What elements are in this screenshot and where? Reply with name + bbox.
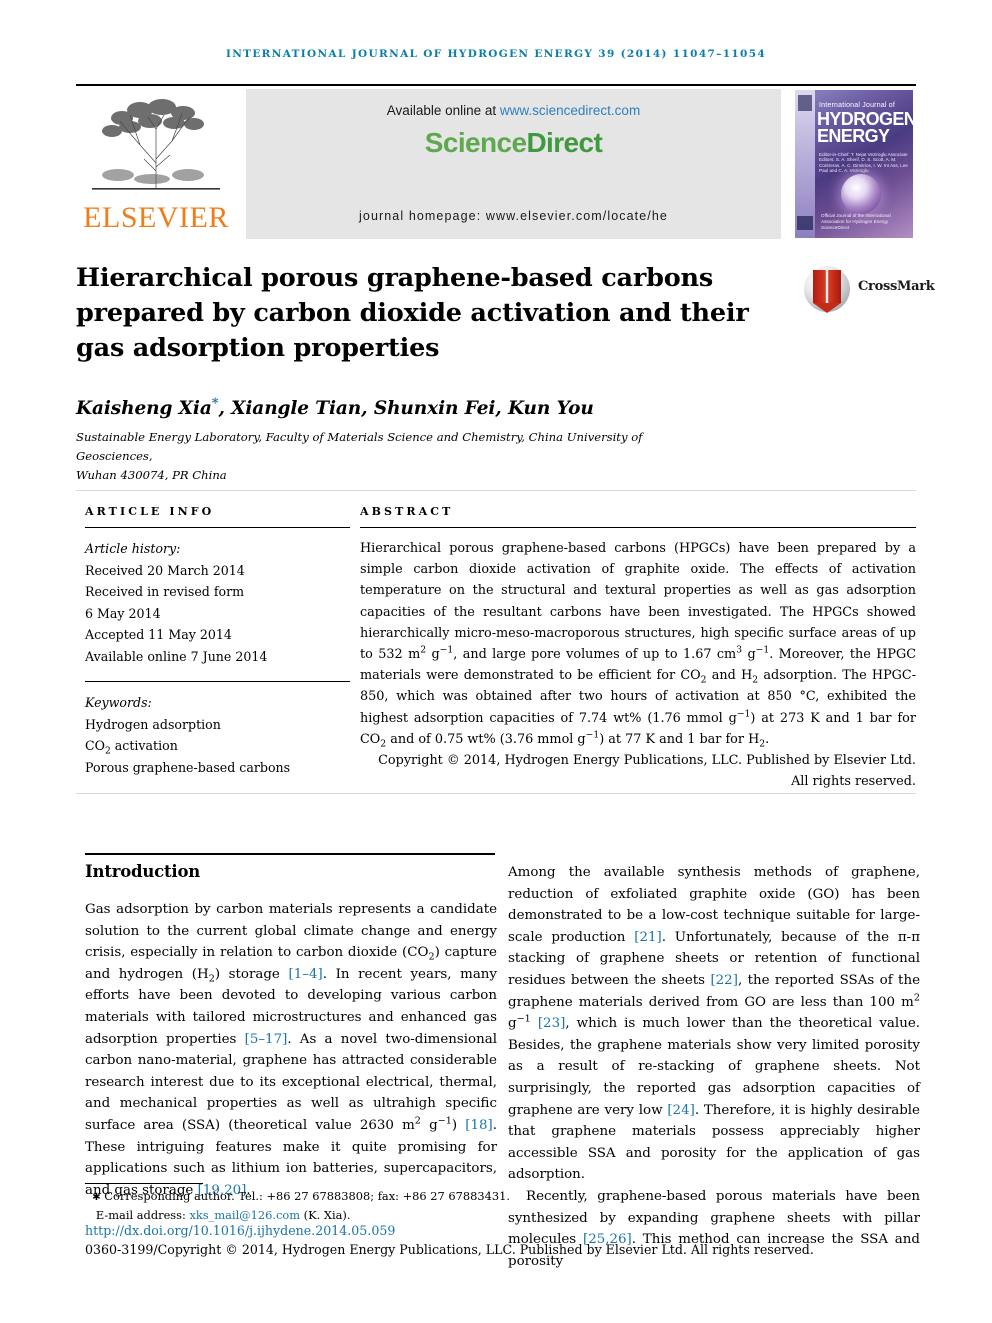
crossmark-book-icon: [813, 270, 841, 313]
asterisk-icon: ✱: [92, 1192, 101, 1203]
crossmark-badge[interactable]: CrossMark: [804, 266, 935, 314]
info-divider-top: [76, 490, 916, 491]
info-divider-bottom: [76, 793, 916, 794]
affiliation: Sustainable Energy Laboratory, Faculty o…: [76, 428, 716, 485]
history-item: Accepted 11 May 2014: [85, 627, 232, 642]
author-list: Kaisheng Xia*, Xiangle Tian, Shunxin Fei…: [76, 395, 776, 419]
elsevier-tree-icon: [92, 99, 220, 190]
history-item: Received 20 March 2014: [85, 562, 245, 578]
abstract-body: Hierarchical porous graphene-based carbo…: [360, 538, 916, 792]
cover-title-line2: ENERGY: [817, 126, 890, 146]
affiliation-line-2: Wuhan 430074, PR China: [76, 468, 227, 482]
cover-orb-graphic: [841, 174, 881, 214]
footnote-rule: [85, 1183, 203, 1184]
keyword-item: CO2 activation: [85, 738, 178, 757]
body-top-rule: [85, 853, 495, 855]
running-head: INTERNATIONAL JOURNAL OF HYDROGEN ENERGY…: [225, 48, 767, 60]
corresponding-author-note: ✱ Corresponding author. Tel.: +86 27 678…: [85, 1188, 515, 1207]
history-item: Available online 7 June 2014: [85, 648, 268, 664]
abstract-rule: [360, 527, 916, 528]
article-info-heading: ARTICLE INFO: [85, 505, 215, 518]
email-line: E-mail address: xks_mail@126.com (K. Xia…: [85, 1207, 515, 1225]
paragraph: Gas adsorption by carbon materials repre…: [85, 902, 497, 1198]
article-history-label: Article history:: [85, 541, 181, 556]
crossmark-label: CrossMark: [858, 279, 935, 294]
doi-link[interactable]: http://dx.doi.org/10.1016/j.ijhydene.201…: [85, 1223, 395, 1238]
corresponding-author-text: Corresponding author. Tel.: +86 27 67883…: [104, 1189, 510, 1203]
sciencedirect-logo[interactable]: ScienceDirect: [246, 127, 781, 159]
body-column-left: Introduction Gas adsorption by carbon ma…: [85, 862, 497, 1201]
affiliation-line-1: Sustainable Energy Laboratory, Faculty o…: [76, 430, 643, 463]
abstract-copyright: Copyright © 2014, Hydrogen Energy Public…: [378, 753, 916, 790]
keywords-label: Keywords:: [85, 695, 152, 710]
sciencedirect-link[interactable]: www.sciencedirect.com: [500, 103, 640, 118]
authors-text: Kaisheng Xia*, Xiangle Tian, Shunxin Fei…: [76, 395, 594, 419]
abstract-heading: ABSTRACT: [360, 505, 454, 518]
section-heading-introduction: Introduction: [85, 862, 201, 881]
keywords-rule: [85, 681, 350, 682]
article-page: INTERNATIONAL JOURNAL OF HYDROGEN ENERGY…: [0, 0, 992, 1323]
history-item: Received in revised form: [85, 584, 245, 599]
sciencedirect-logo-part1: Science: [424, 127, 527, 158]
article-history: Article history: Received 20 March 2014 …: [85, 538, 350, 667]
abstract-column: ABSTRACT Hierarchical porous graphene-ba…: [360, 505, 916, 792]
available-online-prefix: Available online at: [386, 103, 500, 118]
journal-cover-thumbnail[interactable]: International Journal of HYDROGEN ENERGY…: [791, 89, 916, 239]
sciencedirect-logo-part2: Direct: [526, 127, 603, 158]
sciencedirect-panel: Available online at www.sciencedirect.co…: [246, 89, 781, 239]
journal-homepage-line[interactable]: journal homepage: www.elsevier.com/locat…: [246, 209, 781, 223]
page-title: Hierarchical porous graphene-based carbo…: [76, 263, 749, 363]
keyword-item: Porous graphene-based carbons: [85, 759, 291, 775]
available-online-line: Available online at www.sciencedirect.co…: [246, 103, 781, 118]
keyword-item: Hydrogen adsorption: [85, 716, 221, 732]
elsevier-wordmark: ELSEVIER: [83, 201, 229, 234]
article-info-rule: [85, 527, 350, 528]
cover-editors: Editor-in-Chief: T. Nejat Veziroglu Asso…: [819, 152, 908, 174]
elsevier-logo: ELSEVIER: [76, 89, 236, 239]
footnote-block: ✱ Corresponding author. Tel.: +86 27 678…: [85, 1188, 515, 1224]
paragraph: Among the available synthesis methods of…: [508, 865, 920, 1183]
crossmark-icon: [804, 266, 850, 313]
cover-elsevier-mark-icon: [798, 95, 812, 111]
email-link[interactable]: xks_mail@126.com: [189, 1208, 300, 1222]
journal-masthead: ELSEVIER Available online at www.science…: [76, 84, 916, 242]
cover-iahe-mark-icon: [797, 216, 813, 230]
paragraph: Recently, graphene-based porous material…: [508, 1188, 920, 1269]
keywords-block: Keywords: Hydrogen adsorption CO2 activa…: [85, 692, 350, 778]
issn-copyright-line: 0360-3199/Copyright © 2014, Hydrogen Ene…: [85, 1242, 814, 1257]
email-label: E-mail address:: [95, 1207, 190, 1222]
history-item: 6 May 2014: [85, 605, 161, 621]
cover-bottom-text: Official Journal of the International As…: [821, 213, 891, 230]
body-column-right: Among the available synthesis methods of…: [508, 862, 920, 1272]
cover-title: HYDROGEN ENERGY: [817, 110, 913, 146]
email-suffix: (K. Xia).: [300, 1207, 351, 1222]
cover-small-line: International Journal of: [819, 102, 896, 109]
corresponding-author-marker: *: [211, 395, 219, 411]
article-info-column: ARTICLE INFO Article history: Received 2…: [85, 505, 350, 778]
